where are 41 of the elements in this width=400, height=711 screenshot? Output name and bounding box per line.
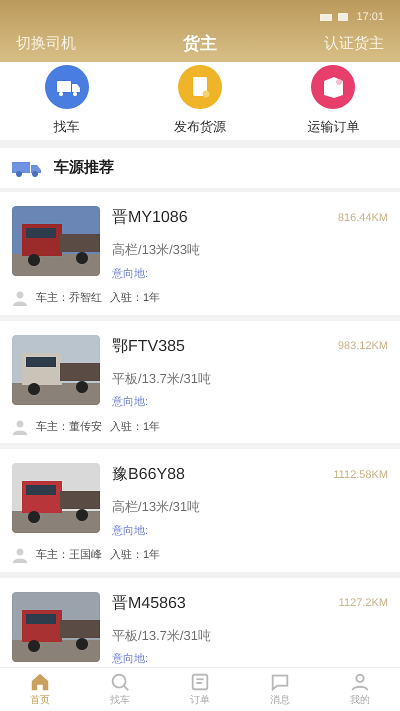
user-icon: [349, 671, 371, 693]
action-button[interactable]: 运输订单: [283, 65, 384, 137]
destination-label: 意向地:: [112, 395, 150, 410]
plate-number: 鄂FTV385: [112, 336, 185, 356]
home-icon: [29, 671, 51, 693]
user-icon: [12, 547, 28, 564]
order-icon: [189, 671, 211, 693]
plate-number: 晋M45863: [112, 594, 186, 614]
section-title: 车源推荐: [54, 158, 114, 178]
distance: 1127.2KM: [338, 596, 388, 612]
destination-label: 意向地:: [112, 652, 150, 667]
vehicle-card[interactable]: 鄂FTV385 983.12KM 平板/13.7米/31吨 意向地: 车主：董传安 入驻：1年: [0, 320, 400, 443]
status-time: 17:01: [356, 10, 384, 25]
truck-icon: [12, 159, 42, 177]
vehicle-card[interactable]: 豫B66Y88 1112.58KM 高栏/13米/31吨 意向地: 车主：王国峰 入驻：1年: [0, 449, 400, 572]
action-button[interactable]: 找车: [16, 65, 117, 137]
distance: 983.12KM: [338, 339, 388, 354]
vehicle-spec: 平板/13.7米/31吨: [112, 370, 212, 388]
distance: 816.44KM: [338, 210, 388, 226]
plate-number: 豫B66Y88: [112, 465, 185, 485]
distance: 1112.58KM: [333, 468, 388, 483]
action-button[interactable]: 发布货源: [150, 65, 250, 137]
status-icons: [320, 12, 348, 22]
destination-label: 意向地:: [112, 524, 150, 538]
joined-time: 入驻：1年: [110, 548, 160, 563]
user-icon: [12, 290, 28, 306]
vehicle-card[interactable]: 晋M45863 1127.2KM 平板/13.7米/31吨 意向地:: [0, 578, 400, 667]
vehicle-spec: 平板/13.7米/31吨: [112, 626, 212, 644]
owner-name: 车主：王国峰: [36, 548, 102, 563]
vehicle-spec: 高栏/13米/33吨: [112, 241, 202, 259]
owner-name: 车主：乔智红: [36, 290, 102, 306]
joined-time: 入驻：1年: [110, 290, 160, 306]
user-icon: [12, 418, 28, 435]
plate-number: 晋MY1086: [112, 208, 188, 228]
joined-time: 入驻：1年: [110, 420, 160, 434]
vehicle-card[interactable]: 晋MY1086 816.44KM 高栏/13米/33吨 意向地: 车主：乔智红 入驻：1年: [0, 192, 400, 314]
destination-label: 意向地:: [112, 266, 150, 282]
vehicle-spec: 高栏/13米/31吨: [112, 498, 202, 516]
owner-name: 车主：董传安: [36, 420, 102, 434]
search-icon: [109, 671, 131, 693]
page-title: 货主: [183, 33, 217, 56]
